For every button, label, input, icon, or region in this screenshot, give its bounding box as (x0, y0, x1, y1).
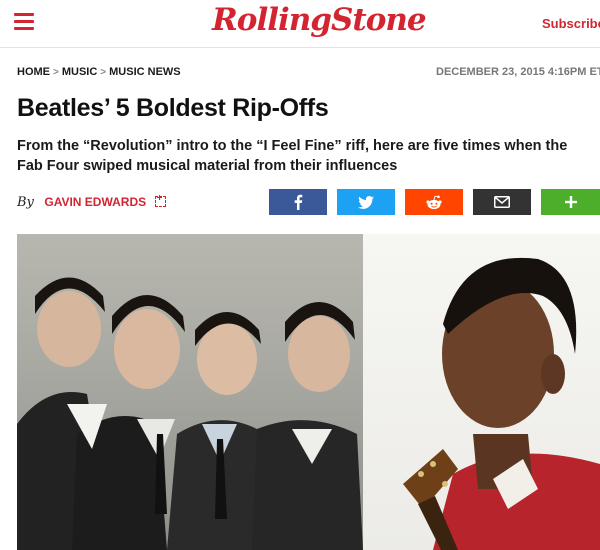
share-more-button[interactable] (541, 189, 600, 215)
hero-image (17, 234, 600, 550)
article-headline: Beatles’ 5 Boldest Rip-Offs (17, 94, 329, 122)
share-twitter-button[interactable] (337, 189, 395, 215)
site-header: RollingStone Subscribe (0, 0, 600, 48)
breadcrumb-music-news[interactable]: MUSIC NEWS (109, 66, 181, 78)
twitter-icon (358, 195, 374, 209)
article-dek: From the “Revolution” intro to the “I Fe… (17, 138, 568, 174)
byline: By GAVIN EDWARDS (17, 193, 166, 213)
guitarist-portrait (363, 234, 600, 550)
share-email-button[interactable] (473, 189, 531, 215)
byline-prefix: By (17, 195, 34, 210)
email-icon (494, 196, 510, 208)
plus-icon (564, 196, 577, 208)
band-group-photo (17, 234, 363, 550)
publish-date: DECEMBER 23, 2015 4:16PM ET (436, 66, 600, 78)
facebook-icon (294, 194, 303, 210)
chevron-right-icon: > (100, 67, 107, 78)
reddit-icon (426, 195, 442, 209)
hamburger-menu-icon[interactable] (14, 13, 34, 31)
site-logo[interactable]: RollingStone (212, 2, 427, 38)
add-author-icon[interactable] (154, 193, 166, 207)
breadcrumb-music[interactable]: MUSIC (62, 66, 97, 78)
share-reddit-button[interactable] (405, 189, 463, 215)
breadcrumb-home[interactable]: HOME (17, 66, 50, 78)
article-meta-row: HOME > MUSIC > MUSIC NEWS DECEMBER 23, 2015 … (0, 62, 600, 86)
breadcrumb: HOME > MUSIC > MUSIC NEWS (17, 66, 181, 78)
chevron-right-icon: > (53, 67, 59, 78)
author-link[interactable]: GAVIN EDWARDS (44, 195, 146, 209)
subscribe-link[interactable]: Subscribe (542, 16, 600, 31)
share-facebook-button[interactable] (269, 189, 327, 215)
